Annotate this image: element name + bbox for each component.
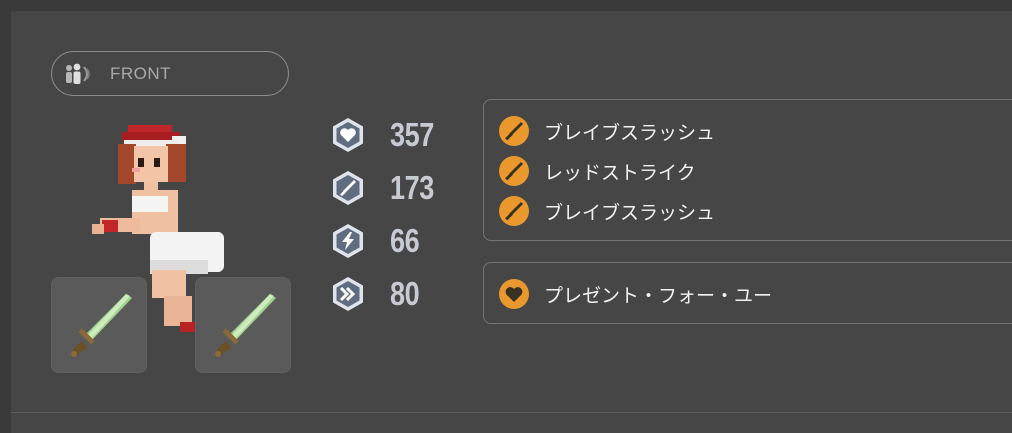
green-sword-icon — [215, 294, 276, 357]
bottom-divider — [11, 412, 1012, 413]
sword-icon — [499, 156, 529, 186]
party-icon — [64, 63, 94, 85]
ability-name: プレゼント・フォー・ユー — [544, 284, 773, 307]
weapon-slot-2[interactable] — [195, 277, 291, 373]
skill-1[interactable]: ブレイブスラッシュ — [498, 114, 715, 148]
skill-3[interactable]: ブレイブスラッシュ — [498, 194, 715, 228]
ability-item[interactable]: プレゼント・フォー・ユー — [498, 277, 772, 311]
skill-3-name: ブレイブスラッシュ — [544, 201, 716, 224]
fast-forward-icon — [333, 277, 363, 311]
green-sword-icon — [71, 294, 132, 357]
ability-box: プレゼント・フォー・ユー — [483, 262, 1012, 324]
sword-icon — [333, 171, 363, 205]
heart-icon — [333, 118, 363, 152]
lightning-icon — [333, 224, 363, 258]
stat-speed-value: 80 — [390, 275, 420, 312]
formation-label: FRONT — [110, 63, 172, 83]
stat-speed: 80 — [330, 269, 470, 319]
stat-attack-value: 173 — [390, 169, 434, 206]
skills-box: ブレイブスラッシュ レッドストライク ブレイブスラッシュ — [483, 99, 1012, 241]
stat-attack: 173 — [330, 163, 470, 213]
stat-magic: 66 — [330, 216, 470, 266]
skill-1-name: ブレイブスラッシュ — [544, 121, 716, 144]
sword-icon — [499, 196, 529, 226]
formation-position-pill[interactable]: FRONT — [51, 51, 289, 96]
heart-icon — [499, 279, 529, 309]
weapon-slot-1[interactable] — [51, 277, 147, 373]
stat-magic-value: 66 — [390, 222, 420, 259]
skill-2-name: レッドストライク — [544, 161, 696, 184]
skill-2[interactable]: レッドストライク — [498, 154, 696, 188]
stat-hp-value: 357 — [390, 116, 434, 153]
stat-hp: 357 — [330, 110, 470, 160]
sword-icon — [499, 116, 529, 146]
